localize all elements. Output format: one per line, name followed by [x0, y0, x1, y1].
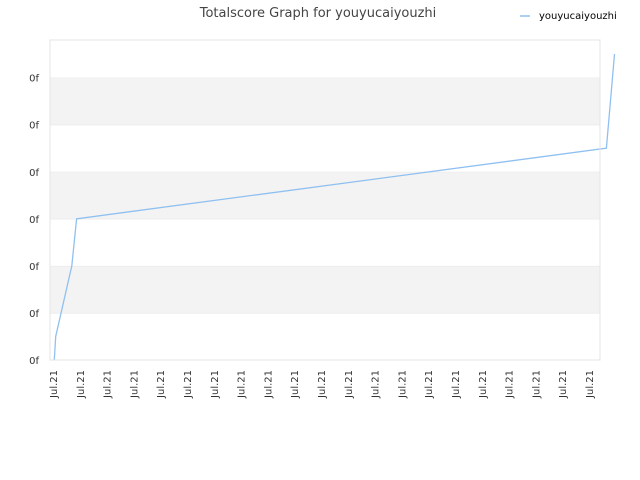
y-tick-label: 0f — [29, 121, 39, 132]
y-tick-label: 0f — [29, 168, 39, 179]
y-tick-label: 0f — [29, 309, 39, 320]
y-tick-label: 0f — [29, 356, 39, 367]
plot-band — [50, 265, 600, 313]
x-tick-label: Jul.21 — [263, 370, 274, 399]
plot-bands — [50, 39, 600, 360]
x-tick-label: Jul.21 — [210, 370, 221, 399]
chart: Totalscore Graph for youyucaiyouzhi youy… — [29, 6, 617, 399]
x-tick-label: Jul.21 — [129, 370, 140, 399]
x-tick-label: Jul.21 — [478, 370, 489, 399]
legend: youyucaiyouzhi — [520, 11, 617, 22]
y-tick-label: 0f — [29, 215, 39, 226]
x-tick-label: Jul.21 — [237, 370, 248, 399]
chart-title: Totalscore Graph for youyucaiyouzhi — [199, 6, 437, 21]
x-tick-label: Jul.21 — [397, 370, 408, 399]
plot-band — [50, 124, 600, 172]
x-tick-label: Jul.21 — [531, 370, 542, 399]
plot-band — [50, 40, 600, 78]
x-tick-label: Jul.21 — [49, 370, 60, 399]
x-tick-label: Jul.21 — [317, 370, 328, 399]
x-tick-label: Jul.21 — [290, 370, 301, 399]
y-tick-label: 0f — [29, 262, 39, 273]
x-tick-label: Jul.21 — [371, 370, 382, 399]
plot-band — [50, 218, 600, 266]
x-tick-label: Jul.21 — [451, 370, 462, 399]
x-axis: Jul.21 Jul.21 Jul.21 Jul.21 Jul.21 Jul.21 Jul.… — [49, 370, 596, 399]
x-tick-label: Jul.21 — [76, 370, 87, 399]
x-tick-label: Jul.21 — [156, 370, 167, 399]
plot-band — [50, 312, 600, 360]
x-tick-label: Jul.21 — [558, 370, 569, 399]
y-axis: 0f 0f 0f 0f 0f 0f 0f — [29, 74, 39, 367]
x-tick-label: Jul.21 — [505, 370, 516, 399]
x-tick-label: Jul.21 — [585, 370, 596, 399]
legend-label: youyucaiyouzhi — [539, 11, 617, 22]
plot-band — [50, 77, 600, 125]
x-tick-label: Jul.21 — [424, 370, 435, 399]
x-tick-label: Jul.21 — [103, 370, 114, 399]
y-tick-label: 0f — [29, 74, 39, 85]
x-tick-label: Jul.21 — [183, 370, 194, 399]
x-tick-label: Jul.21 — [344, 370, 355, 399]
